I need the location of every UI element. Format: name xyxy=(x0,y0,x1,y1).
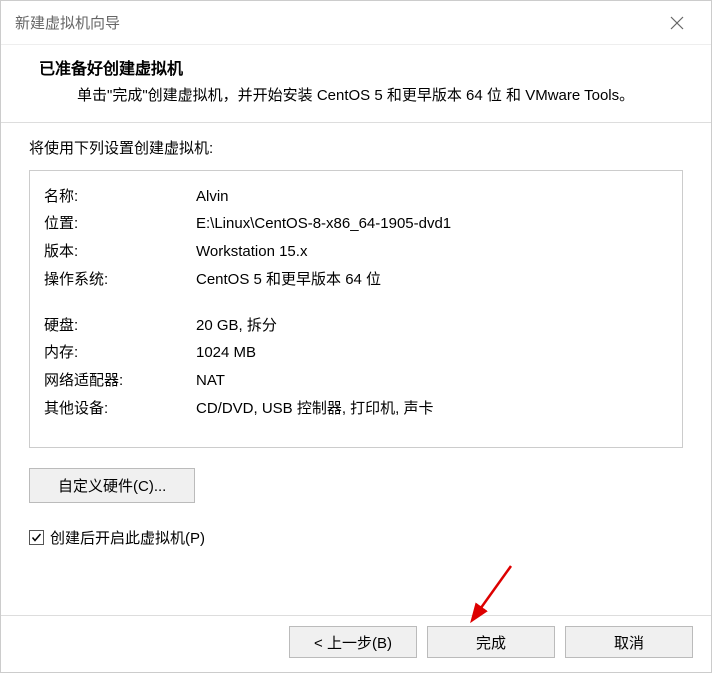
power-on-checkbox-label: 创建后开启此虚拟机(P) xyxy=(50,527,205,548)
setting-row-disk: 硬盘: 20 GB, 拆分 xyxy=(44,312,668,340)
setting-label: 内存: xyxy=(44,339,196,367)
check-icon xyxy=(31,532,42,543)
setting-label: 操作系统: xyxy=(44,266,196,294)
setting-row-location: 位置: E:\Linux\CentOS-8-x86_64-1905-dvd1 xyxy=(44,210,668,238)
setting-row-name: 名称: Alvin xyxy=(44,183,668,211)
titlebar: 新建虚拟机向导 xyxy=(1,1,711,45)
cancel-button[interactable]: 取消 xyxy=(565,626,693,658)
body-intro: 将使用下列设置创建虚拟机: xyxy=(29,137,683,158)
setting-label: 版本: xyxy=(44,238,196,266)
setting-value: CentOS 5 和更早版本 64 位 xyxy=(196,266,668,294)
setting-value: 20 GB, 拆分 xyxy=(196,312,668,340)
header-title: 已准备好创建虚拟机 xyxy=(39,55,687,79)
setting-row-version: 版本: Workstation 15.x xyxy=(44,238,668,266)
power-on-checkbox[interactable] xyxy=(29,530,44,545)
setting-value: CD/DVD, USB 控制器, 打印机, 声卡 xyxy=(196,395,668,423)
setting-row-network: 网络适配器: NAT xyxy=(44,367,668,395)
setting-label: 硬盘: xyxy=(44,312,196,340)
wizard-window: 新建虚拟机向导 已准备好创建虚拟机 单击"完成"创建虚拟机，并开始安装 Cent… xyxy=(0,0,712,673)
finish-button[interactable]: 完成 xyxy=(427,626,555,658)
power-on-checkbox-row[interactable]: 创建后开启此虚拟机(P) xyxy=(29,527,683,548)
body-section: 将使用下列设置创建虚拟机: 名称: Alvin 位置: E:\Linux\Cen… xyxy=(1,123,711,616)
setting-label: 位置: xyxy=(44,210,196,238)
customize-row: 自定义硬件(C)... xyxy=(29,468,683,503)
header-description: 单击"完成"创建虚拟机，并开始安装 CentOS 5 和更早版本 64 位 和 … xyxy=(77,85,687,108)
setting-label: 名称: xyxy=(44,183,196,211)
setting-label: 其他设备: xyxy=(44,395,196,423)
footer: < 上一步(B) 完成 取消 xyxy=(1,615,711,672)
setting-label: 网络适配器: xyxy=(44,367,196,395)
setting-value: NAT xyxy=(196,367,668,395)
back-button[interactable]: < 上一步(B) xyxy=(289,626,417,658)
header-section: 已准备好创建虚拟机 单击"完成"创建虚拟机，并开始安装 CentOS 5 和更早… xyxy=(1,45,711,122)
settings-panel: 名称: Alvin 位置: E:\Linux\CentOS-8-x86_64-1… xyxy=(29,170,683,448)
setting-value: E:\Linux\CentOS-8-x86_64-1905-dvd1 xyxy=(196,210,668,238)
setting-row-os: 操作系统: CentOS 5 和更早版本 64 位 xyxy=(44,266,668,294)
setting-value: Workstation 15.x xyxy=(196,238,668,266)
close-button[interactable] xyxy=(657,8,697,38)
setting-value: 1024 MB xyxy=(196,339,668,367)
setting-row-other: 其他设备: CD/DVD, USB 控制器, 打印机, 声卡 xyxy=(44,395,668,423)
customize-hardware-button[interactable]: 自定义硬件(C)... xyxy=(29,468,195,503)
setting-row-memory: 内存: 1024 MB xyxy=(44,339,668,367)
setting-value: Alvin xyxy=(196,183,668,211)
window-title: 新建虚拟机向导 xyxy=(15,12,120,33)
close-icon xyxy=(670,16,684,30)
